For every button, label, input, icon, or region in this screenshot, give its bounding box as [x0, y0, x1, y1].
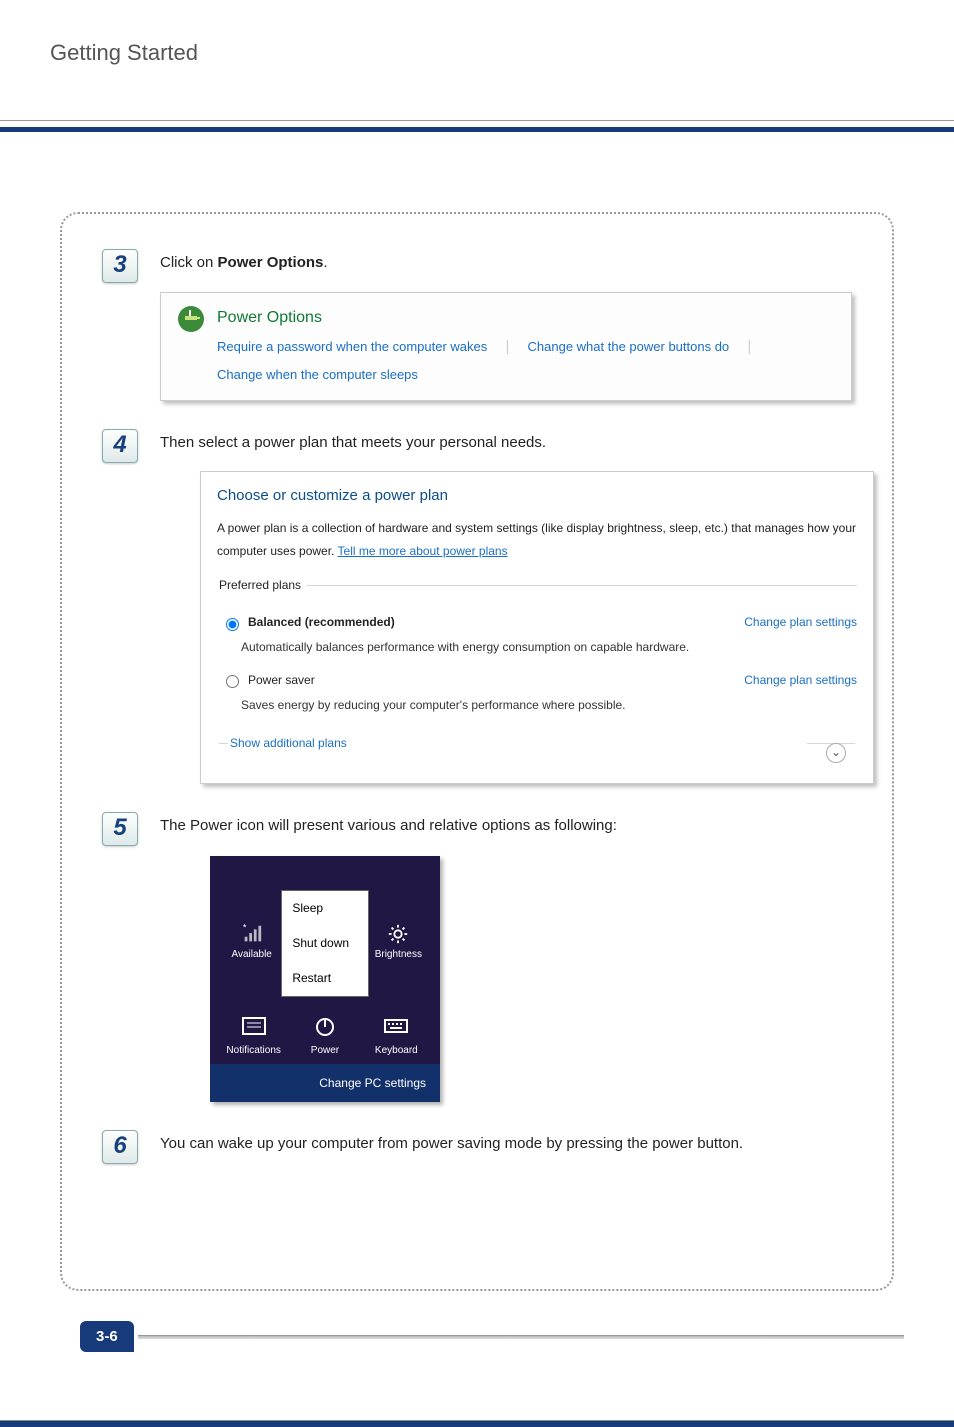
- network-status[interactable]: * Available: [222, 923, 281, 964]
- keyboard-icon: [383, 1015, 409, 1037]
- brightness-control[interactable]: Brightness: [369, 923, 428, 964]
- separator: |: [747, 338, 751, 355]
- notifications-button[interactable]: Notifications: [222, 1015, 286, 1060]
- step3-text-bold: Power Options: [218, 254, 324, 271]
- po-link-sleep[interactable]: Change when the computer sleeps: [217, 367, 418, 382]
- step-number: 5: [102, 812, 138, 846]
- show-additional-plans[interactable]: Show additional plans: [228, 732, 807, 755]
- brightness-label: Brightness: [375, 945, 422, 964]
- plan-panel-description: A power plan is a collection of hardware…: [217, 521, 856, 558]
- plan-desc-saver: Saves energy by reducing your computer's…: [241, 694, 857, 717]
- menu-restart[interactable]: Restart: [282, 961, 367, 996]
- power-icon: [312, 1015, 338, 1037]
- plan-name-balanced: Balanced (recommended): [248, 611, 395, 634]
- power-options-icon: [175, 303, 207, 335]
- step3-text-prefix: Click on: [160, 254, 218, 271]
- content-panel: 3 Click on Power Options. Power Options …: [60, 212, 894, 1291]
- plan-radio-balanced[interactable]: [226, 618, 239, 631]
- page-number-wrap: 3-6: [80, 1321, 904, 1352]
- plan-row-saver: Power saver Change plan settings: [221, 669, 857, 692]
- po-link-power-buttons[interactable]: Change what the power buttons do: [528, 339, 730, 354]
- power-menu: Sleep Shut down Restart: [281, 890, 368, 996]
- power-options-box: Power Options Require a password when th…: [160, 292, 852, 401]
- plan-row-balanced: Balanced (recommended) Change plan setti…: [221, 611, 857, 634]
- charm-panel: * Available Sleep Shut down Restart: [210, 856, 440, 1102]
- keyboard-label: Keyboard: [375, 1041, 418, 1060]
- power-button[interactable]: Power: [293, 1015, 357, 1060]
- page-number: 3-6: [80, 1321, 134, 1352]
- step-number: 6: [102, 1130, 138, 1164]
- network-label: Available: [231, 945, 271, 964]
- signal-icon: *: [241, 923, 263, 945]
- step-number: 3: [102, 249, 138, 283]
- power-plan-panel: Choose or customize a power plan A power…: [200, 471, 874, 783]
- step6-text: You can wake up your computer from power…: [160, 1135, 743, 1152]
- menu-shut-down[interactable]: Shut down: [282, 926, 367, 961]
- step-6: 6 You can wake up your computer from pow…: [102, 1130, 852, 1164]
- keyboard-button[interactable]: Keyboard: [364, 1015, 428, 1060]
- change-plan-settings-saver[interactable]: Change plan settings: [744, 669, 857, 692]
- step3-text-suffix: .: [323, 254, 327, 271]
- power-label: Power: [311, 1041, 339, 1060]
- svg-text:*: *: [243, 923, 247, 932]
- step4-text: Then select a power plan that meets your…: [160, 434, 546, 451]
- step-5: 5 The Power icon will present various an…: [102, 812, 852, 1103]
- step-3: 3 Click on Power Options. Power Options …: [102, 249, 852, 401]
- plan-panel-learn-more-link[interactable]: Tell me more about power plans: [338, 544, 508, 558]
- change-pc-settings[interactable]: Change PC settings: [210, 1064, 440, 1103]
- separator: |: [505, 338, 509, 355]
- plan-panel-title: Choose or customize a power plan: [217, 482, 857, 511]
- step5-text: The Power icon will present various and …: [160, 817, 617, 834]
- power-options-title[interactable]: Power Options: [217, 303, 765, 333]
- plan-desc-balanced: Automatically balances performance with …: [241, 636, 857, 659]
- po-link-require-password[interactable]: Require a password when the computer wak…: [217, 339, 487, 354]
- plan-radio-saver[interactable]: [226, 675, 239, 688]
- plan-name-saver: Power saver: [248, 669, 315, 692]
- preferred-plans-label: Preferred plans: [217, 574, 307, 597]
- page-title: Getting Started: [50, 40, 904, 66]
- step-number: 4: [102, 429, 138, 463]
- brightness-icon: [387, 923, 409, 945]
- menu-sleep[interactable]: Sleep: [282, 891, 367, 926]
- notifications-icon: [241, 1015, 267, 1037]
- notifications-label: Notifications: [226, 1041, 280, 1060]
- step-4: 4 Then select a power plan that meets yo…: [102, 429, 852, 784]
- change-plan-settings-balanced[interactable]: Change plan settings: [744, 611, 857, 634]
- chevron-down-icon[interactable]: ⌄: [826, 743, 846, 763]
